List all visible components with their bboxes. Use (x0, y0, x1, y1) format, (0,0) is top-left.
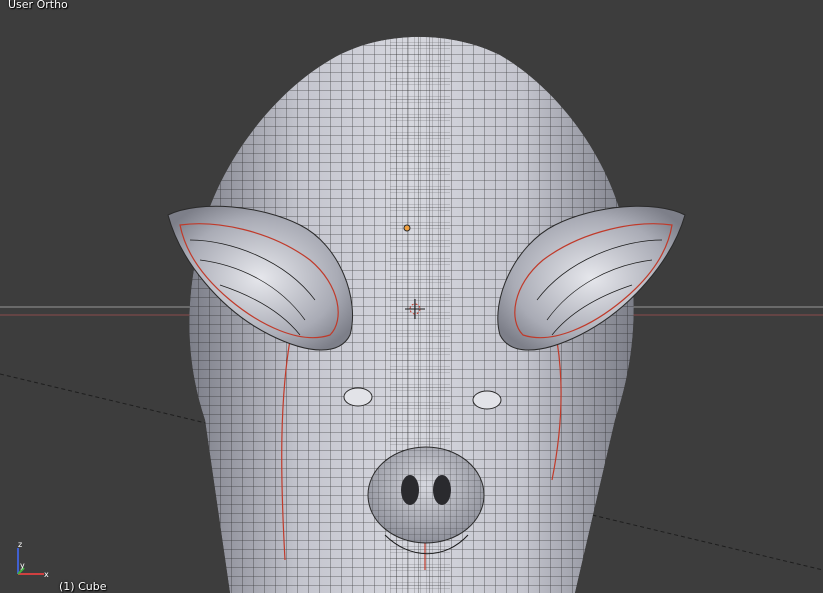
right-eye (472, 390, 502, 410)
left-eye (343, 387, 373, 407)
z-axis-label: z (18, 540, 22, 549)
3d-viewport[interactable]: User Ortho z x y (1) Cube (0, 0, 823, 593)
x-axis-label: x (44, 570, 49, 579)
y-axis-label: y (20, 561, 25, 570)
left-nostril (401, 475, 419, 505)
pig-model-scene[interactable] (0, 0, 823, 593)
right-nostril (433, 475, 451, 505)
view-name-label: User Ortho (8, 0, 68, 11)
active-object-label: (1) Cube (59, 580, 107, 593)
axis-gizmo: z x y (17, 540, 49, 579)
object-origin-marker[interactable] (403, 224, 411, 232)
